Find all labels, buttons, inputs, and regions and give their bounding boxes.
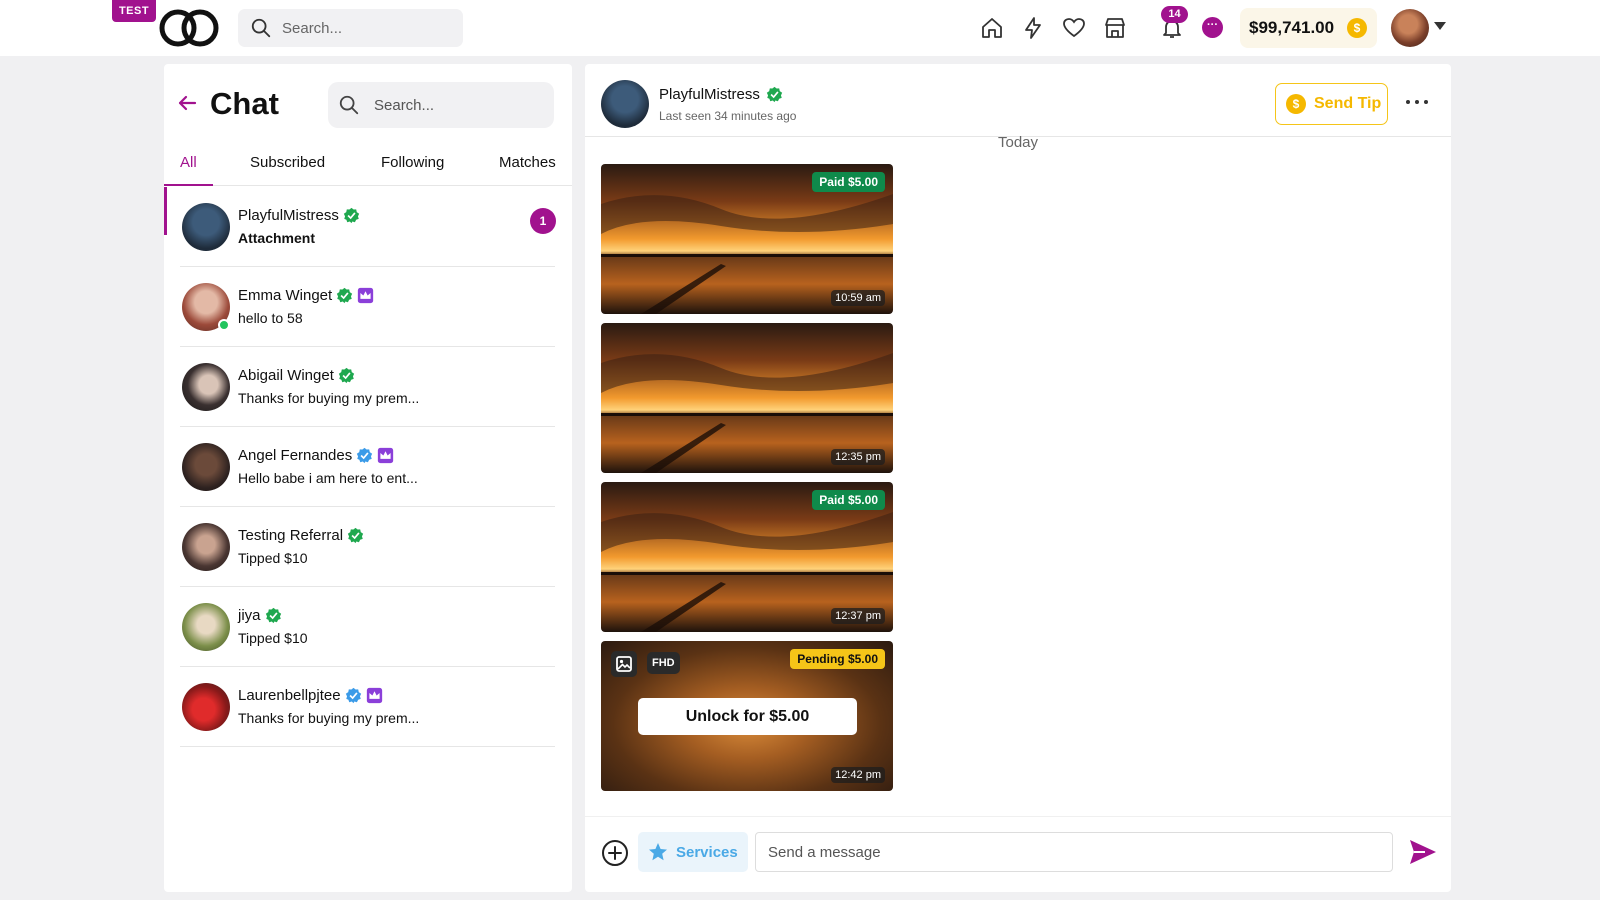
media-message[interactable]: Paid $5.00 10:59 am <box>601 164 893 314</box>
contact-name: PlayfulMistress <box>238 207 339 224</box>
online-status-dot <box>218 319 230 331</box>
avatar <box>182 683 230 731</box>
image-icon <box>611 651 637 677</box>
contact-name-header[interactable]: PlayfulMistress <box>659 86 760 103</box>
conversation-preview: Thanks for buying my prem... <box>238 390 420 406</box>
conversation-item[interactable]: Angel Fernandes Hello babe i am here to … <box>180 427 555 507</box>
crown-icon <box>378 447 394 464</box>
services-label: Services <box>676 843 738 861</box>
date-separator: Today <box>997 134 1039 151</box>
top-navbar: TEST 14 ··· $99,741.00 $ <box>0 0 1600 56</box>
media-message[interactable]: 12:35 pm <box>601 323 893 473</box>
last-seen-status: Last seen 34 minutes ago <box>659 109 797 123</box>
notification-count-badge: 14 <box>1161 6 1188 23</box>
wallet-balance[interactable]: $99,741.00 $ <box>1240 8 1377 48</box>
message-timestamp: 10:59 am <box>831 290 885 306</box>
conversation-preview: Thanks for buying my prem... <box>238 710 420 726</box>
more-options-icon[interactable] <box>1406 94 1434 110</box>
message-input[interactable] <box>755 832 1393 872</box>
active-tab-indicator <box>164 184 213 186</box>
conversation-item[interactable]: Abigail Winget Thanks for buying my prem… <box>180 347 555 427</box>
conversation-item[interactable]: Testing Referral Tipped $10 <box>180 507 555 587</box>
contact-name: Abigail Winget <box>238 367 334 384</box>
conversation-item[interactable]: jiya Tipped $10 <box>180 587 555 667</box>
avatar <box>182 603 230 651</box>
add-attachment-icon[interactable] <box>601 839 629 867</box>
message-timestamp: 12:42 pm <box>831 767 885 783</box>
conversation-item[interactable]: PlayfulMistress Attachment 1 <box>164 187 556 267</box>
heart-icon[interactable] <box>1062 16 1086 40</box>
verified-icon <box>343 207 360 224</box>
tab-subscribed[interactable]: Subscribed <box>250 154 325 171</box>
contact-name: jiya <box>238 607 261 624</box>
verified-icon <box>766 86 783 103</box>
verified-icon <box>265 607 281 624</box>
locked-media-message: FHD Pending $5.00 Unlock for $5.00 12:42… <box>601 641 893 791</box>
message-timestamp: 12:35 pm <box>831 449 885 465</box>
search-icon <box>251 18 271 38</box>
verified-icon <box>345 687 361 704</box>
conversation-preview: Tipped $10 <box>238 550 308 566</box>
chat-filter-tabs: All Subscribed Following Matches <box>164 146 572 186</box>
payment-status-badge: Paid $5.00 <box>812 172 885 192</box>
store-icon[interactable] <box>1103 16 1127 40</box>
verified-icon <box>347 527 364 544</box>
verified-icon <box>337 287 353 304</box>
payment-status-badge: Paid $5.00 <box>812 490 885 510</box>
chevron-down-icon[interactable] <box>1434 22 1446 30</box>
unread-count-badge: 1 <box>530 208 556 234</box>
global-search-input[interactable] <box>282 19 442 37</box>
verified-icon <box>338 367 355 384</box>
chat-search-box[interactable] <box>328 82 554 128</box>
page-title: Chat <box>210 86 279 121</box>
wallet-amount: $99,741.00 <box>1249 18 1335 37</box>
crown-icon <box>358 287 374 304</box>
conversation-item[interactable]: Laurenbellpjtee Thanks for buying my pre… <box>180 667 555 747</box>
app-logo[interactable] <box>156 6 224 50</box>
contact-name: Testing Referral <box>238 527 344 544</box>
conversation-preview: hello to 58 <box>238 310 303 326</box>
environment-badge: TEST <box>112 0 156 22</box>
unlock-button[interactable]: Unlock for $5.00 <box>638 698 857 735</box>
chat-thread-panel: PlayfulMistress Last seen 34 minutes ago… <box>585 64 1451 892</box>
contact-name: Laurenbellpjtee <box>238 687 341 704</box>
global-search-box[interactable] <box>238 9 463 47</box>
tab-matches[interactable]: Matches <box>499 154 556 171</box>
media-message[interactable]: Paid $5.00 12:37 pm <box>601 482 893 632</box>
lightning-icon[interactable] <box>1021 16 1045 40</box>
services-button[interactable]: Services <box>638 832 748 872</box>
contact-avatar[interactable] <box>601 80 649 128</box>
conversation-item[interactable]: Emma Winget hello to 58 <box>180 267 555 347</box>
quality-badge: FHD <box>647 652 680 674</box>
avatar <box>182 443 230 491</box>
send-tip-label: Send Tip <box>1314 95 1382 112</box>
coin-icon: $ <box>1347 18 1367 38</box>
star-icon <box>649 843 667 861</box>
crown-icon <box>366 687 382 704</box>
user-avatar[interactable] <box>1391 9 1429 47</box>
avatar <box>182 203 230 251</box>
payment-status-badge: Pending $5.00 <box>790 649 885 669</box>
divider <box>585 816 1451 817</box>
message-timestamp: 12:37 pm <box>831 608 885 624</box>
contact-name: Angel Fernandes <box>238 447 353 464</box>
tab-all[interactable]: All <box>180 154 197 171</box>
avatar <box>182 363 230 411</box>
conversation-preview: Hello babe i am here to ent... <box>238 470 418 486</box>
tab-following[interactable]: Following <box>381 154 444 171</box>
home-icon[interactable] <box>980 16 1004 40</box>
back-arrow-icon[interactable] <box>176 92 198 114</box>
message-icon[interactable]: ··· <box>1202 17 1223 38</box>
send-tip-button[interactable]: $ Send Tip <box>1275 83 1388 125</box>
verified-icon <box>357 447 373 464</box>
conversation-list-panel: Chat All Subscribed Following Matches Pl… <box>164 64 572 892</box>
chat-search-input[interactable] <box>374 96 534 114</box>
conversation-preview: Tipped $10 <box>238 630 308 646</box>
send-icon[interactable] <box>1407 836 1439 868</box>
conversation-preview: Attachment <box>238 230 316 246</box>
avatar <box>182 523 230 571</box>
search-icon <box>339 95 359 115</box>
coin-icon: $ <box>1286 94 1306 114</box>
contact-name: Emma Winget <box>238 287 333 304</box>
